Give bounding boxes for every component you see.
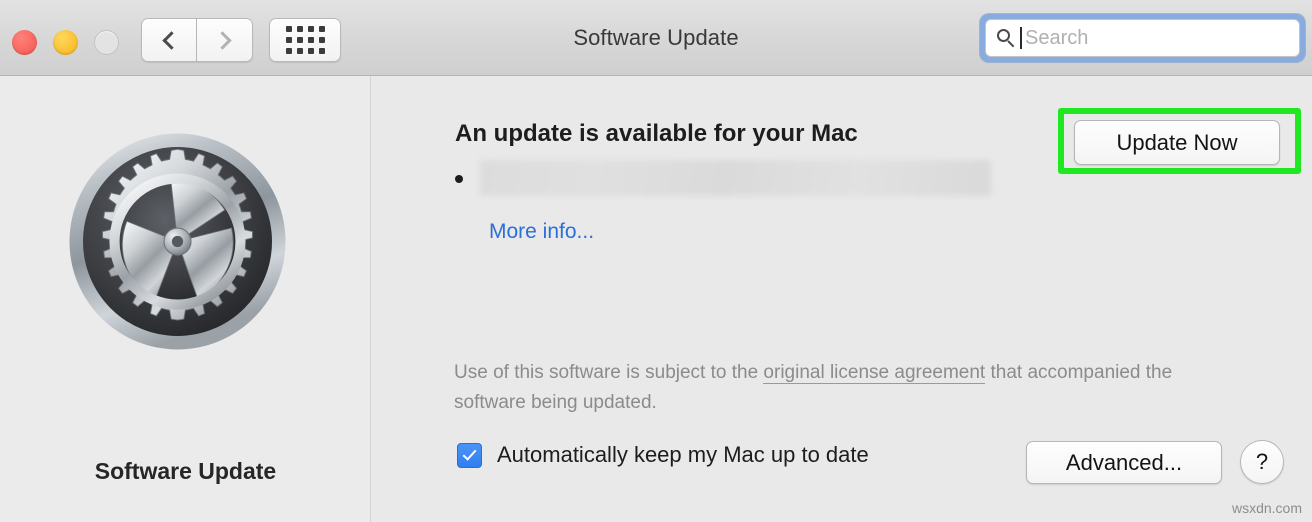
auto-update-label: Automatically keep my Mac up to date xyxy=(497,442,869,467)
window-toolbar: Software Update Search xyxy=(0,0,1312,76)
redacted-update-name xyxy=(480,160,991,196)
update-headline: An update is available for your Mac xyxy=(455,120,858,147)
text-caret xyxy=(1020,27,1022,49)
list-item xyxy=(455,160,991,196)
original-license-agreement-link[interactable]: original license agreement xyxy=(763,362,986,384)
search-input[interactable]: Search xyxy=(985,19,1300,57)
search-icon xyxy=(996,28,1016,48)
auto-update-checkbox-row[interactable]: Automatically keep my Mac up to date xyxy=(457,442,869,468)
license-text-before: Use of this software is subject to the xyxy=(454,362,764,383)
search-placeholder: Search xyxy=(1025,26,1089,49)
auto-update-checkbox[interactable] xyxy=(457,442,482,468)
checkmark-icon xyxy=(462,446,477,461)
sidebar-title: Software Update xyxy=(94,458,277,484)
preference-sidebar: Software Update APPUALS xyxy=(0,76,371,522)
bullet-point-icon xyxy=(455,175,463,183)
update-now-button[interactable]: Update Now xyxy=(1074,120,1280,165)
search-field-focus-ring: Search xyxy=(980,14,1305,62)
site-watermark: wsxdn.com xyxy=(1231,500,1302,516)
more-info-link[interactable]: More info... xyxy=(489,220,594,244)
main-content: An update is available for your Mac More… xyxy=(372,76,1312,522)
gear-icon xyxy=(65,129,290,354)
advanced-button[interactable]: Advanced... xyxy=(1026,441,1222,484)
license-notice: Use of this software is subject to the o… xyxy=(454,358,1194,418)
software-update-window: Software Update Search Software Update A… xyxy=(0,0,1312,522)
help-button[interactable]: ? xyxy=(1240,440,1284,484)
